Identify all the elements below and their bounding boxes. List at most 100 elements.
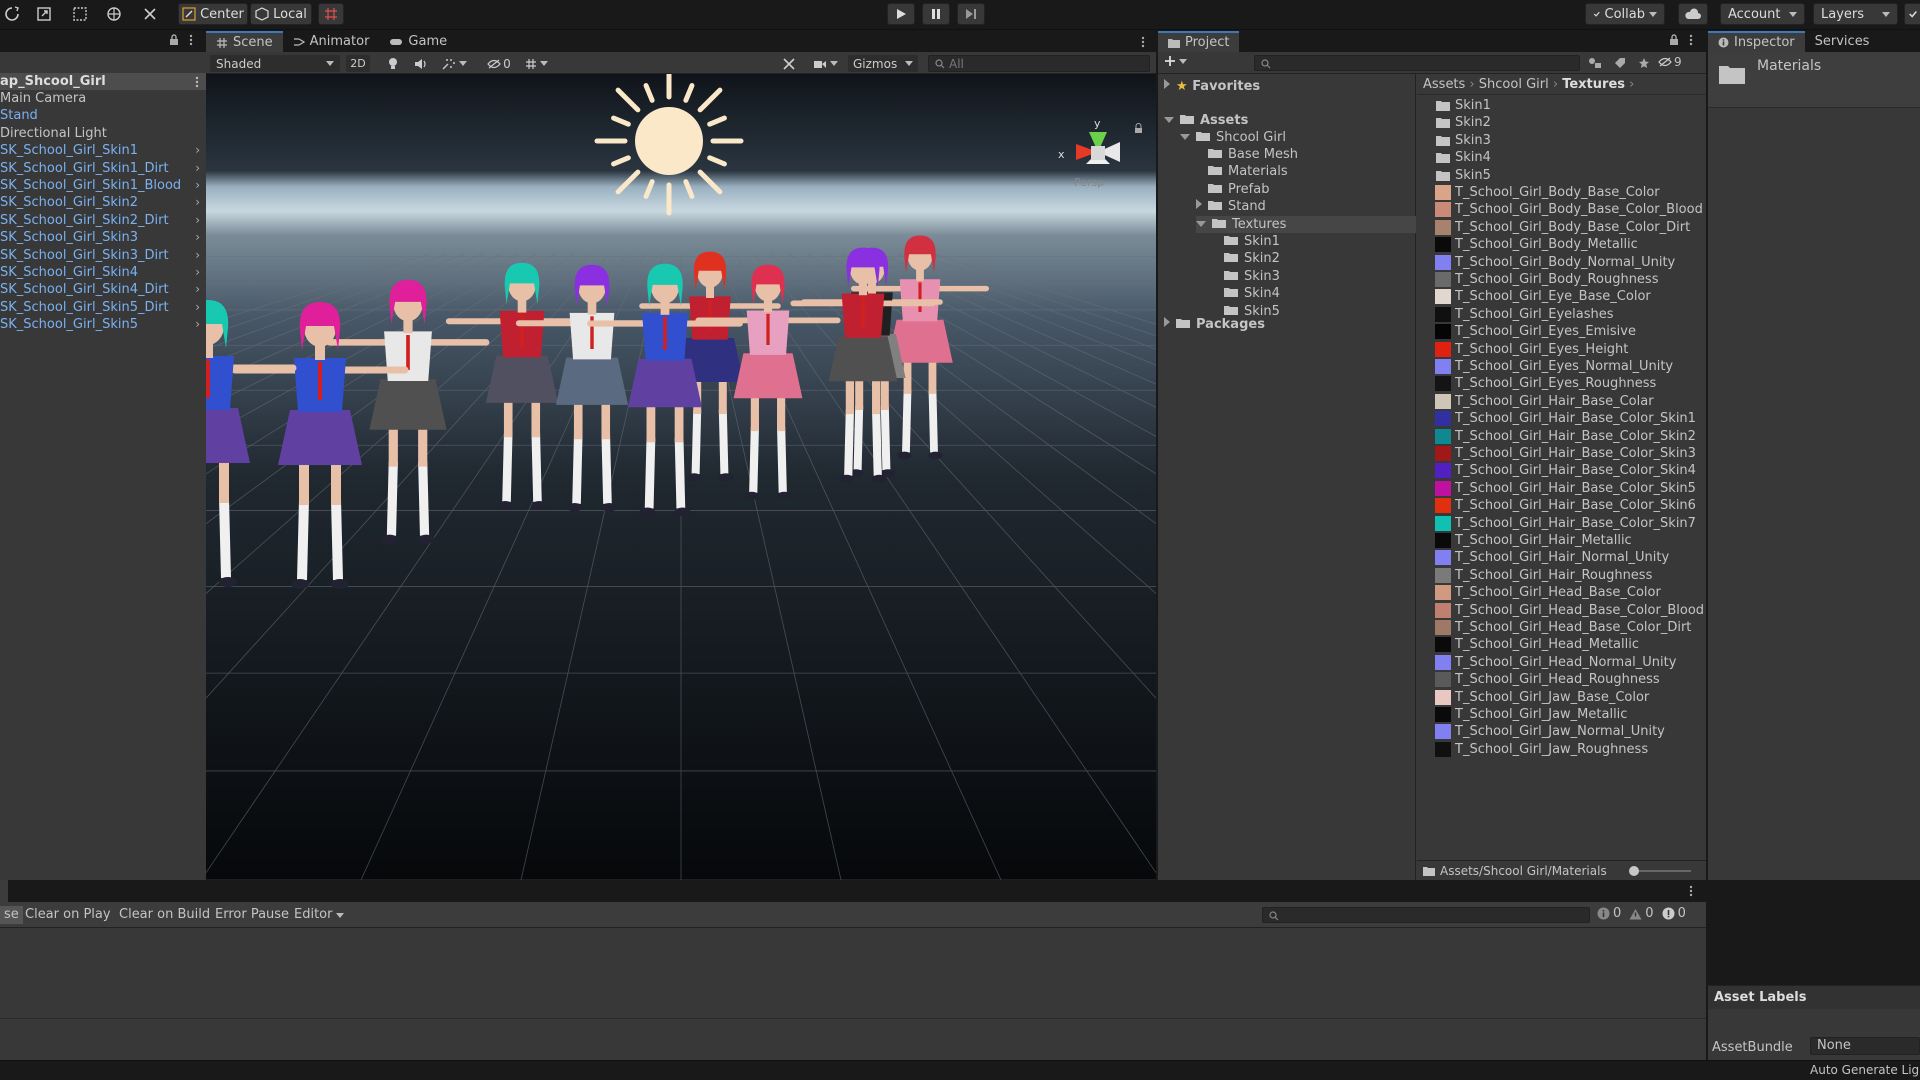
chevron-right-icon[interactable]: ›	[195, 142, 200, 159]
step-button[interactable]	[957, 3, 985, 25]
console-search-input[interactable]	[1262, 907, 1590, 923]
tree-folder-materials[interactable]: Materials	[1208, 163, 1288, 180]
assetbundle-dropdown[interactable]: None	[1810, 1037, 1920, 1055]
layout-dropdown[interactable]	[1904, 3, 1920, 25]
chevron-right-icon[interactable]: ›	[195, 212, 200, 229]
effects-dropdown[interactable]	[440, 55, 468, 72]
project-search-input[interactable]	[1254, 55, 1580, 71]
scale-tool-icon[interactable]	[34, 3, 54, 25]
breadcrumb-school-girl[interactable]: Shcool Girl	[1479, 77, 1549, 92]
rect-tool-icon[interactable]	[70, 3, 90, 25]
tree-packages[interactable]: Packages	[1164, 316, 1265, 333]
cloud-button[interactable]	[1678, 3, 1708, 25]
hierarchy-item[interactable]: SK_School_Girl_Skin5 ›	[0, 316, 206, 333]
kebab-menu-icon[interactable]	[194, 76, 200, 88]
clear-on-play-button[interactable]: Clear on Play	[21, 906, 115, 924]
tree-folder-skin[interactable]: Skin4	[1224, 285, 1280, 302]
hierarchy-item[interactable]: SK_School_Girl_Skin1 ›	[0, 142, 206, 159]
chevron-right-icon[interactable]: ›	[195, 281, 200, 298]
error-count-toggle[interactable]: 0	[1662, 906, 1686, 921]
hierarchy-item[interactable]: SK_School_Girl_Skin3 ›	[0, 229, 206, 246]
pivot-local-toggle[interactable]: Local	[250, 3, 312, 25]
chevron-right-icon[interactable]: ›	[195, 316, 200, 333]
shading-mode-dropdown[interactable]: Shaded	[210, 55, 340, 72]
chevron-right-icon[interactable]: ›	[195, 299, 200, 316]
clear-on-build-button[interactable]: Clear on Build	[115, 906, 214, 924]
hierarchy-item[interactable]: SK_School_Girl_Skin3_Dirt ›	[0, 247, 206, 264]
grid-dropdown[interactable]	[522, 55, 550, 72]
chevron-right-icon[interactable]: ›	[195, 177, 200, 194]
tree-folder-stand[interactable]: Stand	[1196, 198, 1266, 215]
tree-school-girl[interactable]: Shcool Girl	[1180, 129, 1286, 146]
audio-toggle[interactable]	[412, 55, 430, 72]
tree-folder-skin[interactable]: Skin3	[1224, 268, 1280, 285]
chevron-right-icon[interactable]: ›	[195, 160, 200, 177]
tree-favorites[interactable]: ★ Favorites	[1164, 78, 1260, 95]
scene-viewport[interactable]: y x Persp	[206, 74, 1156, 880]
tab-services[interactable]: Services	[1805, 31, 1880, 52]
create-button[interactable]	[1164, 55, 1187, 67]
collapse-button[interactable]: se	[0, 906, 23, 924]
tree-folder-prefab[interactable]: Prefab	[1208, 181, 1269, 198]
scene-tools-button[interactable]	[780, 55, 798, 72]
hierarchy-item[interactable]: SK_School_Girl_Skin4_Dirt ›	[0, 281, 206, 298]
breadcrumb-assets[interactable]: Assets	[1423, 77, 1465, 92]
grid-snap-button[interactable]	[318, 3, 344, 25]
scene-search-input[interactable]: All	[928, 55, 1150, 72]
tab-scene[interactable]: Scene	[206, 31, 283, 52]
camera-dropdown[interactable]	[810, 55, 840, 72]
chevron-right-icon[interactable]: ›	[195, 229, 200, 246]
filter-type-icon[interactable]	[1588, 57, 1602, 69]
breadcrumb-textures[interactable]: Textures	[1562, 77, 1625, 92]
lock-icon[interactable]	[168, 34, 180, 46]
hierarchy-item[interactable]: SK_School_Girl_Skin2 ›	[0, 194, 206, 211]
tab-game[interactable]: Game	[379, 31, 457, 52]
icon-size-slider[interactable]	[1631, 870, 1691, 872]
lighting-toggle[interactable]	[384, 55, 402, 72]
hierarchy-item[interactable]: Stand	[0, 107, 206, 124]
kebab-menu-icon[interactable]	[1688, 34, 1694, 46]
hierarchy-scene-root[interactable]: ap_Shcool_Girl	[0, 73, 206, 90]
hierarchy-item[interactable]: SK_School_Girl_Skin2_Dirt ›	[0, 212, 206, 229]
custom-tool-icon[interactable]	[140, 3, 160, 25]
slider-handle[interactable]	[1629, 866, 1639, 876]
tree-folder-base-mesh[interactable]: Base Mesh	[1208, 146, 1298, 163]
hierarchy-item[interactable]: SK_School_Girl_Skin4 ›	[0, 264, 206, 281]
account-dropdown[interactable]: Account	[1720, 3, 1805, 25]
hierarchy-item[interactable]: SK_School_Girl_Skin5_Dirt ›	[0, 299, 206, 316]
tree-assets[interactable]: Assets	[1164, 112, 1248, 129]
tab-project[interactable]: Project	[1158, 31, 1240, 52]
chevron-right-icon[interactable]: ›	[195, 194, 200, 211]
editor-dropdown[interactable]: Editor	[290, 906, 348, 924]
tab-inspector[interactable]: Inspector	[1708, 31, 1805, 52]
asset-labels-header[interactable]: Asset Labels	[1708, 985, 1920, 1009]
tree-folder-skin[interactable]: Skin1	[1224, 233, 1280, 250]
tree-folder-skin[interactable]: Skin2	[1224, 250, 1280, 267]
label-icon[interactable]	[1614, 57, 1626, 69]
info-count-toggle[interactable]: 0	[1597, 906, 1621, 921]
chevron-right-icon[interactable]: ›	[195, 247, 200, 264]
hidden-objects-toggle[interactable]: 0	[484, 55, 514, 72]
hierarchy-item[interactable]: Directional Light	[0, 125, 206, 142]
star-icon[interactable]	[1638, 57, 1650, 69]
gizmos-dropdown[interactable]: Gizmos	[848, 55, 918, 72]
tab-animator[interactable]: Animator	[283, 31, 380, 52]
collab-dropdown[interactable]: Collab	[1585, 3, 1665, 25]
rotate-tool-icon[interactable]	[2, 3, 22, 25]
play-button[interactable]	[887, 3, 915, 25]
kebab-menu-icon[interactable]	[188, 34, 194, 46]
kebab-menu-icon[interactable]	[1140, 36, 1146, 48]
kebab-menu-icon[interactable]	[1688, 885, 1694, 897]
hidden-packages-toggle[interactable]: 9	[1658, 55, 1682, 69]
hierarchy-item[interactable]: SK_School_Girl_Skin1_Blood ›	[0, 177, 206, 194]
tree-folder-textures[interactable]: Textures	[1196, 215, 1416, 233]
layers-dropdown[interactable]: Layers	[1813, 3, 1898, 25]
toggle-2d-button[interactable]: 2D	[346, 55, 370, 72]
warning-count-toggle[interactable]: 0	[1629, 906, 1654, 921]
transform-tool-icon[interactable]	[104, 3, 124, 25]
pivot-center-toggle[interactable]: Center	[178, 3, 248, 25]
pause-button[interactable]	[922, 3, 950, 25]
error-pause-button[interactable]: Error Pause	[211, 906, 293, 924]
lock-icon[interactable]	[1668, 34, 1680, 46]
hierarchy-item[interactable]: SK_School_Girl_Skin1_Dirt ›	[0, 160, 206, 177]
